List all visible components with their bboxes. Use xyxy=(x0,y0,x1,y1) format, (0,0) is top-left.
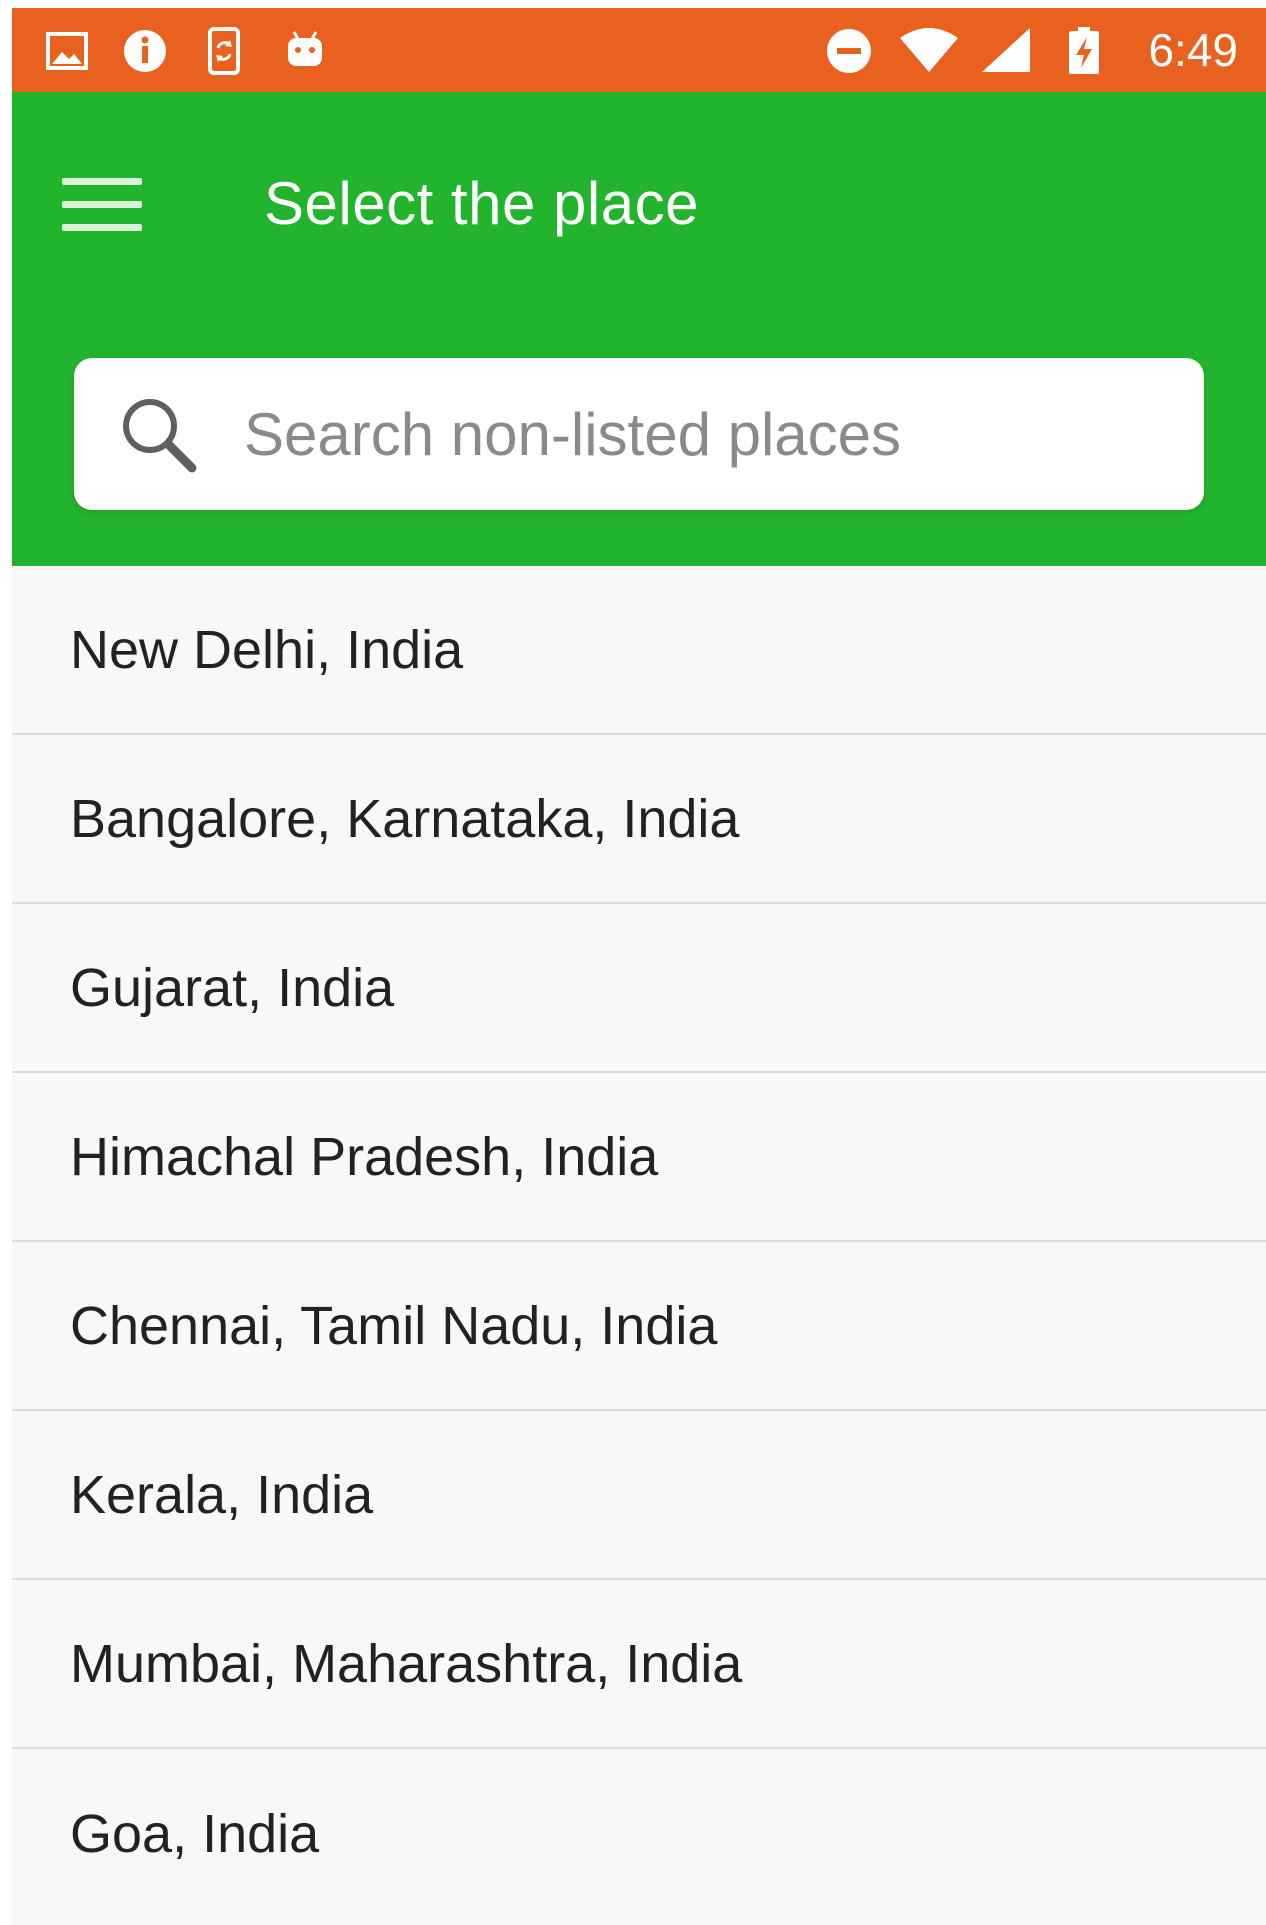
list-item[interactable]: Chennai, Tamil Nadu, India xyxy=(12,1242,1266,1411)
menu-line xyxy=(62,223,142,231)
list-item[interactable]: New Delhi, India xyxy=(12,566,1266,735)
app-screen: 6:49 Select the place New Delhi, India B… xyxy=(12,8,1266,1925)
android-icon xyxy=(280,26,330,76)
list-item[interactable]: Goa, India xyxy=(12,1749,1266,1918)
search-icon xyxy=(116,392,204,480)
do-not-disturb-icon xyxy=(824,26,874,76)
app-bar: Select the place xyxy=(12,92,1266,566)
place-list: New Delhi, India Bangalore, Karnataka, I… xyxy=(12,566,1266,1918)
menu-line xyxy=(62,177,142,185)
list-item[interactable]: Mumbai, Maharashtra, India xyxy=(12,1580,1266,1749)
menu-line xyxy=(62,200,142,208)
battery-charging-icon xyxy=(1064,26,1104,76)
hamburger-menu-icon[interactable] xyxy=(54,156,150,252)
wifi-icon xyxy=(898,26,960,76)
page-title: Select the place xyxy=(264,170,699,237)
status-time: 6:49 xyxy=(1148,24,1238,76)
list-item[interactable]: Gujarat, India xyxy=(12,904,1266,1073)
image-icon xyxy=(42,26,92,76)
cell-signal-icon xyxy=(978,26,1034,76)
list-item[interactable]: Himachal Pradesh, India xyxy=(12,1073,1266,1242)
info-icon xyxy=(120,26,170,76)
status-bar: 6:49 xyxy=(12,8,1266,92)
list-item[interactable]: Kerala, India xyxy=(12,1411,1266,1580)
search-input[interactable] xyxy=(244,380,1164,488)
search-bar[interactable] xyxy=(74,358,1204,510)
list-item[interactable]: Bangalore, Karnataka, India xyxy=(12,735,1266,904)
phone-sync-icon xyxy=(200,26,250,76)
